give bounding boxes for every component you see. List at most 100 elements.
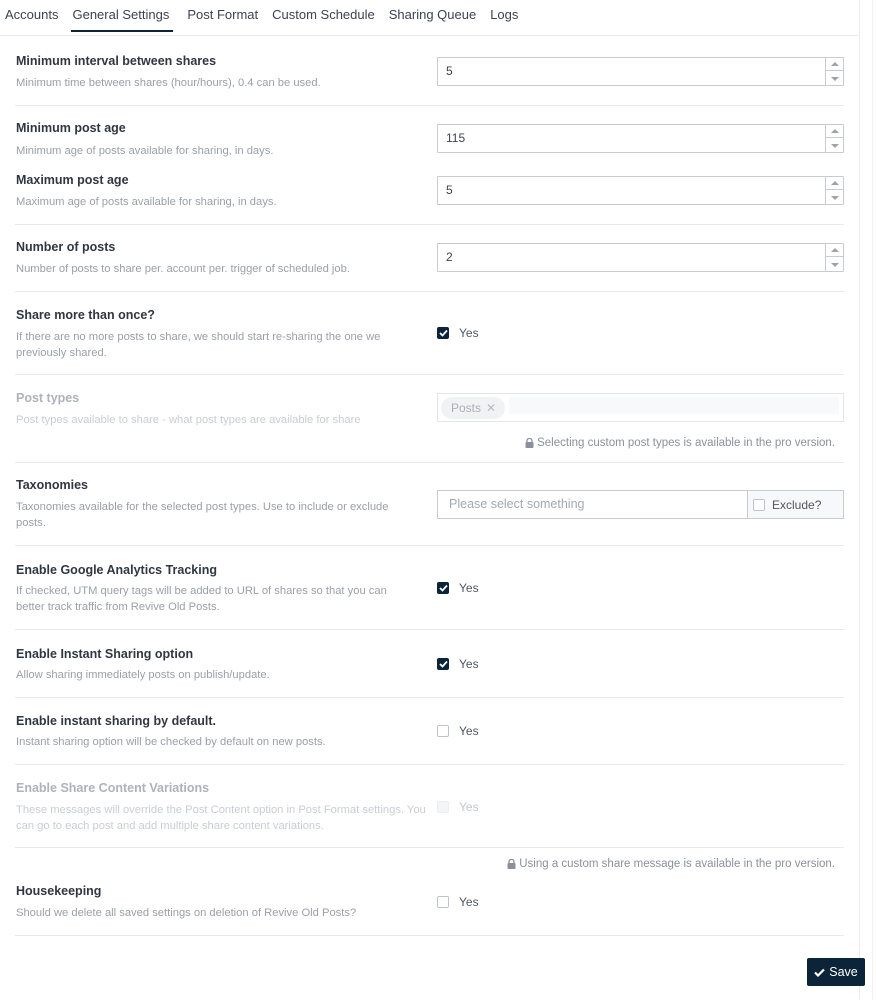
input-value: 5 bbox=[446, 183, 453, 197]
ga-tracking-checkbox[interactable]: Yes bbox=[437, 581, 479, 595]
setting-content-variations: Enable Share Content Variations These me… bbox=[15, 766, 844, 848]
checkmark-icon bbox=[438, 329, 448, 337]
decrement-button[interactable] bbox=[826, 72, 843, 85]
checkbox-label: Yes bbox=[459, 657, 479, 671]
setting-number-of-posts: Number of posts Number of posts to share… bbox=[15, 226, 844, 292]
content-border bbox=[859, 0, 860, 1000]
max-post-age-input[interactable]: 5 bbox=[437, 176, 844, 205]
share-more-than-once-checkbox[interactable]: Yes bbox=[437, 326, 479, 340]
setting-label: Taxonomies bbox=[16, 478, 89, 492]
setting-description: Minimum age of posts available for shari… bbox=[16, 145, 274, 157]
setting-share-more-than-once: Share more than once? If there are no mo… bbox=[15, 293, 844, 375]
setting-label: Minimum post age bbox=[16, 121, 126, 135]
setting-label: Share more than once? bbox=[16, 308, 155, 322]
exclude-toggle[interactable]: Exclude? bbox=[747, 490, 844, 519]
pro-version-note: Selecting custom post types is available… bbox=[525, 437, 835, 449]
increment-button[interactable] bbox=[826, 125, 843, 138]
scrollbar-track[interactable] bbox=[872, 0, 873, 1000]
decrement-button[interactable] bbox=[826, 139, 843, 152]
tag-search-input[interactable] bbox=[509, 397, 839, 414]
setting-label: Enable Google Analytics Tracking bbox=[16, 563, 217, 577]
setting-description: These messages will override the Post Co… bbox=[16, 804, 426, 832]
checkbox[interactable] bbox=[437, 582, 449, 594]
input-value: 115 bbox=[446, 131, 466, 145]
setting-description: Instant sharing option will be checked b… bbox=[16, 736, 326, 748]
setting-taxonomies: Taxonomies Taxonomies available for the … bbox=[15, 464, 844, 546]
tab-sharing-queue[interactable]: Sharing Queue bbox=[389, 0, 476, 32]
number-of-posts-input[interactable]: 2 bbox=[437, 243, 844, 272]
exclude-label: Exclude? bbox=[772, 497, 822, 512]
pro-note-text: Using a custom share message is availabl… bbox=[519, 858, 835, 870]
save-button[interactable]: Save bbox=[807, 958, 865, 986]
setting-description: Minimum time between shares (hour/hours)… bbox=[16, 77, 321, 89]
setting-ga-tracking: Enable Google Analytics Tracking If chec… bbox=[15, 547, 844, 630]
setting-max-post-age: Maximum post age Maximum age of posts av… bbox=[15, 162, 844, 225]
arrow-down-icon bbox=[830, 143, 839, 148]
setting-label: Enable instant sharing by default. bbox=[16, 714, 217, 728]
setting-label: Maximum post age bbox=[16, 173, 129, 187]
content-variations-checkbox[interactable]: Yes bbox=[437, 800, 479, 814]
exclude-checkbox[interactable] bbox=[753, 498, 765, 511]
setting-description: Number of posts to share per. account pe… bbox=[16, 263, 350, 275]
checkbox[interactable] bbox=[437, 725, 449, 737]
setting-instant-sharing: Enable Instant Sharing option Allow shar… bbox=[15, 631, 844, 698]
checkmark-icon bbox=[814, 968, 826, 977]
setting-description: If checked, UTM query tags will be added… bbox=[16, 585, 387, 613]
setting-post-types: Post types Post types available to share… bbox=[15, 376, 844, 463]
housekeeping-checkbox[interactable]: Yes bbox=[437, 895, 479, 909]
checkbox-label: Yes bbox=[459, 581, 479, 595]
input-value: 2 bbox=[446, 250, 453, 264]
setting-description: Post types available to share - what pos… bbox=[16, 414, 361, 426]
checkbox[interactable] bbox=[437, 327, 449, 339]
arrow-up-icon bbox=[830, 181, 839, 185]
number-spinner bbox=[825, 58, 843, 85]
checkbox[interactable] bbox=[437, 801, 449, 813]
setting-description: Taxonomies available for the selected po… bbox=[16, 501, 389, 529]
taxonomies-select[interactable]: Please select something bbox=[437, 490, 748, 519]
checkbox[interactable] bbox=[437, 658, 449, 670]
setting-min-interval: Minimum interval between shares Minimum … bbox=[15, 44, 844, 106]
post-types-multiselect[interactable]: Posts ✕ bbox=[437, 393, 844, 422]
remove-tag-icon[interactable]: ✕ bbox=[486, 401, 496, 415]
arrow-down-icon bbox=[830, 195, 839, 200]
increment-button[interactable] bbox=[826, 58, 843, 71]
setting-min-post-age: Minimum post age Minimum age of posts av… bbox=[15, 107, 844, 162]
setting-description: Maximum age of posts available for shari… bbox=[16, 196, 277, 208]
pro-note-text: Selecting custom post types is available… bbox=[537, 437, 835, 449]
tag-chip: Posts ✕ bbox=[441, 397, 505, 419]
instant-sharing-default-checkbox[interactable]: Yes bbox=[437, 724, 479, 738]
checkbox[interactable] bbox=[437, 896, 449, 908]
setting-label: Post types bbox=[16, 391, 80, 405]
arrow-up-icon bbox=[830, 129, 839, 133]
setting-description: If there are no more posts to share, we … bbox=[16, 331, 381, 359]
lock-icon bbox=[507, 859, 516, 869]
decrement-button[interactable] bbox=[826, 258, 843, 271]
setting-instant-sharing-default: Enable instant sharing by default. Insta… bbox=[15, 699, 844, 765]
checkbox-label: Yes bbox=[459, 800, 479, 814]
settings-tabs: Accounts General Settings Post Format Cu… bbox=[0, 0, 858, 36]
instant-sharing-checkbox[interactable]: Yes bbox=[437, 657, 479, 671]
checkbox-label: Yes bbox=[459, 326, 479, 340]
number-spinner bbox=[825, 125, 843, 152]
input-value: 5 bbox=[446, 64, 453, 78]
tab-logs[interactable]: Logs bbox=[490, 0, 518, 32]
taxonomies-placeholder: Please select something bbox=[449, 497, 585, 511]
checkbox-label: Yes bbox=[459, 895, 479, 909]
setting-label: Enable Instant Sharing option bbox=[16, 647, 194, 661]
tag-label: Posts bbox=[451, 401, 482, 415]
tab-custom-schedule[interactable]: Custom Schedule bbox=[272, 0, 375, 32]
tab-accounts[interactable]: Accounts bbox=[5, 0, 58, 32]
tab-general-settings[interactable]: General Settings bbox=[71, 0, 174, 32]
min-post-age-input[interactable]: 115 bbox=[437, 124, 844, 153]
setting-housekeeping: Housekeeping Should we delete all saved … bbox=[15, 870, 844, 936]
increment-button[interactable] bbox=[826, 177, 843, 190]
arrow-up-icon bbox=[830, 248, 839, 252]
arrow-down-icon bbox=[830, 76, 839, 81]
tab-post-format[interactable]: Post Format bbox=[187, 0, 258, 32]
decrement-button[interactable] bbox=[826, 191, 843, 204]
min-interval-input[interactable]: 5 bbox=[437, 57, 844, 86]
number-spinner bbox=[825, 244, 843, 271]
increment-button[interactable] bbox=[826, 244, 843, 257]
checkmark-icon bbox=[438, 660, 448, 668]
lock-icon bbox=[525, 438, 534, 448]
